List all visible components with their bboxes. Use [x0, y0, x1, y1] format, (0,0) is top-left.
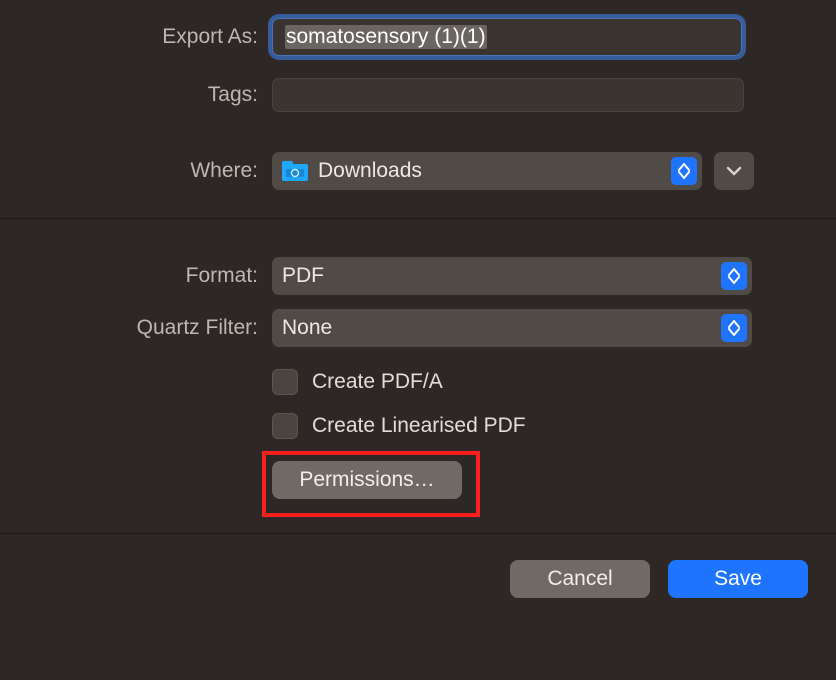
- quartz-filter-dropdown[interactable]: None: [272, 309, 752, 347]
- updown-stepper-icon: [721, 262, 747, 290]
- quartz-filter-label: Quartz Filter:: [28, 316, 272, 340]
- export-as-input[interactable]: somatosensory (1)(1): [272, 18, 742, 56]
- file-section: Export As: somatosensory (1)(1) Tags: Wh…: [0, 0, 836, 218]
- create-pdfa-label: Create PDF/A: [312, 370, 443, 394]
- where-dropdown[interactable]: Downloads: [272, 152, 702, 190]
- expand-button[interactable]: [714, 152, 754, 190]
- chevron-down-icon: [726, 166, 742, 176]
- options-section: Format: PDF Quartz Filter: None Cre: [0, 218, 836, 534]
- export-as-value: somatosensory (1)(1): [285, 25, 487, 49]
- format-label: Format:: [28, 264, 272, 288]
- updown-stepper-icon: [671, 157, 697, 185]
- updown-stepper-icon: [721, 314, 747, 342]
- cancel-button[interactable]: Cancel: [510, 560, 650, 598]
- quartz-filter-value: None: [282, 316, 332, 340]
- create-linearised-label: Create Linearised PDF: [312, 414, 526, 438]
- create-linearised-checkbox[interactable]: [272, 413, 298, 439]
- export-as-label: Export As:: [28, 25, 272, 49]
- where-label: Where:: [28, 159, 272, 183]
- save-button[interactable]: Save: [668, 560, 808, 598]
- format-value: PDF: [282, 264, 324, 288]
- tags-label: Tags:: [28, 83, 272, 107]
- permissions-button[interactable]: Permissions…: [272, 461, 462, 499]
- format-dropdown[interactable]: PDF: [272, 257, 752, 295]
- dialog-buttons: Cancel Save: [0, 534, 836, 626]
- where-value: Downloads: [318, 159, 422, 183]
- tags-input[interactable]: [272, 78, 744, 112]
- create-pdfa-checkbox[interactable]: [272, 369, 298, 395]
- export-dialog: Export As: somatosensory (1)(1) Tags: Wh…: [0, 0, 836, 680]
- folder-icon: [282, 161, 308, 181]
